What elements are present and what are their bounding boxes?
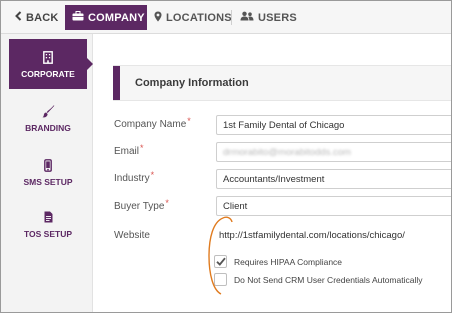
required-marker: * <box>165 198 169 208</box>
buyer-type-select[interactable]: Client <box>216 196 451 216</box>
sidebar-item-label: SMS SETUP <box>23 177 73 187</box>
top-nav: BACK COMPANY LOCATIONS USERS <box>1 1 451 34</box>
crm-label: Do Not Send CRM User Credentials Automat… <box>234 274 423 285</box>
building-icon <box>43 49 53 65</box>
required-marker: * <box>140 143 144 153</box>
required-marker: * <box>150 170 155 180</box>
back-button[interactable]: BACK <box>15 5 59 30</box>
email-field[interactable]: drmorabito@morabitodds.com <box>216 142 451 162</box>
buyer-type-label-text: Buyer Type <box>114 201 165 212</box>
document-icon <box>44 209 53 225</box>
crm-checkbox-row[interactable]: Do Not Send CRM User Credentials Automat… <box>214 273 423 286</box>
users-icon <box>240 11 254 24</box>
sidebar-item-label: CORPORATE <box>21 69 75 79</box>
email-value: drmorabito@morabitodds.com <box>223 146 351 158</box>
company-name-value: 1st Family Dental of Chicago <box>223 119 345 131</box>
settings-sidebar: CORPORATE BRANDING SMS SETUP TOS SETUP <box>1 34 93 312</box>
industry-label-text: Industry <box>114 173 150 184</box>
sidebar-item-sms-setup[interactable]: SMS SETUP <box>9 146 87 198</box>
map-marker-icon <box>154 11 162 25</box>
tab-locations-label: LOCATIONS <box>166 11 232 24</box>
sidebar-item-label: TOS SETUP <box>23 229 73 239</box>
company-name-label: Company Name* <box>114 116 191 130</box>
chevron-left-icon <box>15 11 22 24</box>
website-label-text: Website <box>114 230 150 241</box>
required-marker: * <box>187 116 191 126</box>
tab-users-label: USERS <box>258 11 297 24</box>
annotation-circle <box>208 216 233 295</box>
section-accent-bar <box>113 66 120 100</box>
buyer-type-value: Client <box>223 200 248 212</box>
email-label: Email* <box>114 143 144 157</box>
industry-value: Accountants/Investment <box>223 173 325 185</box>
buyer-type-label: Buyer Type* <box>114 198 169 212</box>
hipaa-label: Requires HIPAA Compliance <box>234 256 343 267</box>
tab-company[interactable]: COMPANY <box>65 5 147 30</box>
website-field[interactable]: http://1stfamilydental.com/locations/chi… <box>219 230 405 241</box>
brush-icon <box>42 103 55 119</box>
tab-users[interactable]: USERS <box>240 5 297 30</box>
mobile-phone-icon <box>44 157 52 173</box>
briefcase-icon <box>72 11 84 24</box>
sidebar-item-branding[interactable]: BRANDING <box>9 92 87 144</box>
sidebar-item-tos-setup[interactable]: TOS SETUP <box>9 198 87 250</box>
sidebar-item-corporate[interactable]: CORPORATE <box>9 39 93 89</box>
email-label-text: Email <box>114 146 140 157</box>
back-label: BACK <box>26 11 59 24</box>
website-label: Website <box>114 230 150 241</box>
app-frame: BACK COMPANY LOCATIONS USERS CORPORATE B… <box>0 0 452 313</box>
company-name-label-text: Company Name <box>114 119 187 130</box>
industry-select[interactable]: Accountants/Investment <box>216 169 451 189</box>
industry-label: Industry* <box>114 170 155 184</box>
sidebar-item-label: BRANDING <box>25 123 71 133</box>
company-name-field[interactable]: 1st Family Dental of Chicago <box>216 115 451 135</box>
section-title: Company Information <box>135 77 249 89</box>
nav-divider <box>231 10 232 25</box>
tab-company-label: COMPANY <box>88 11 145 24</box>
tab-locations[interactable]: LOCATIONS <box>154 5 232 30</box>
